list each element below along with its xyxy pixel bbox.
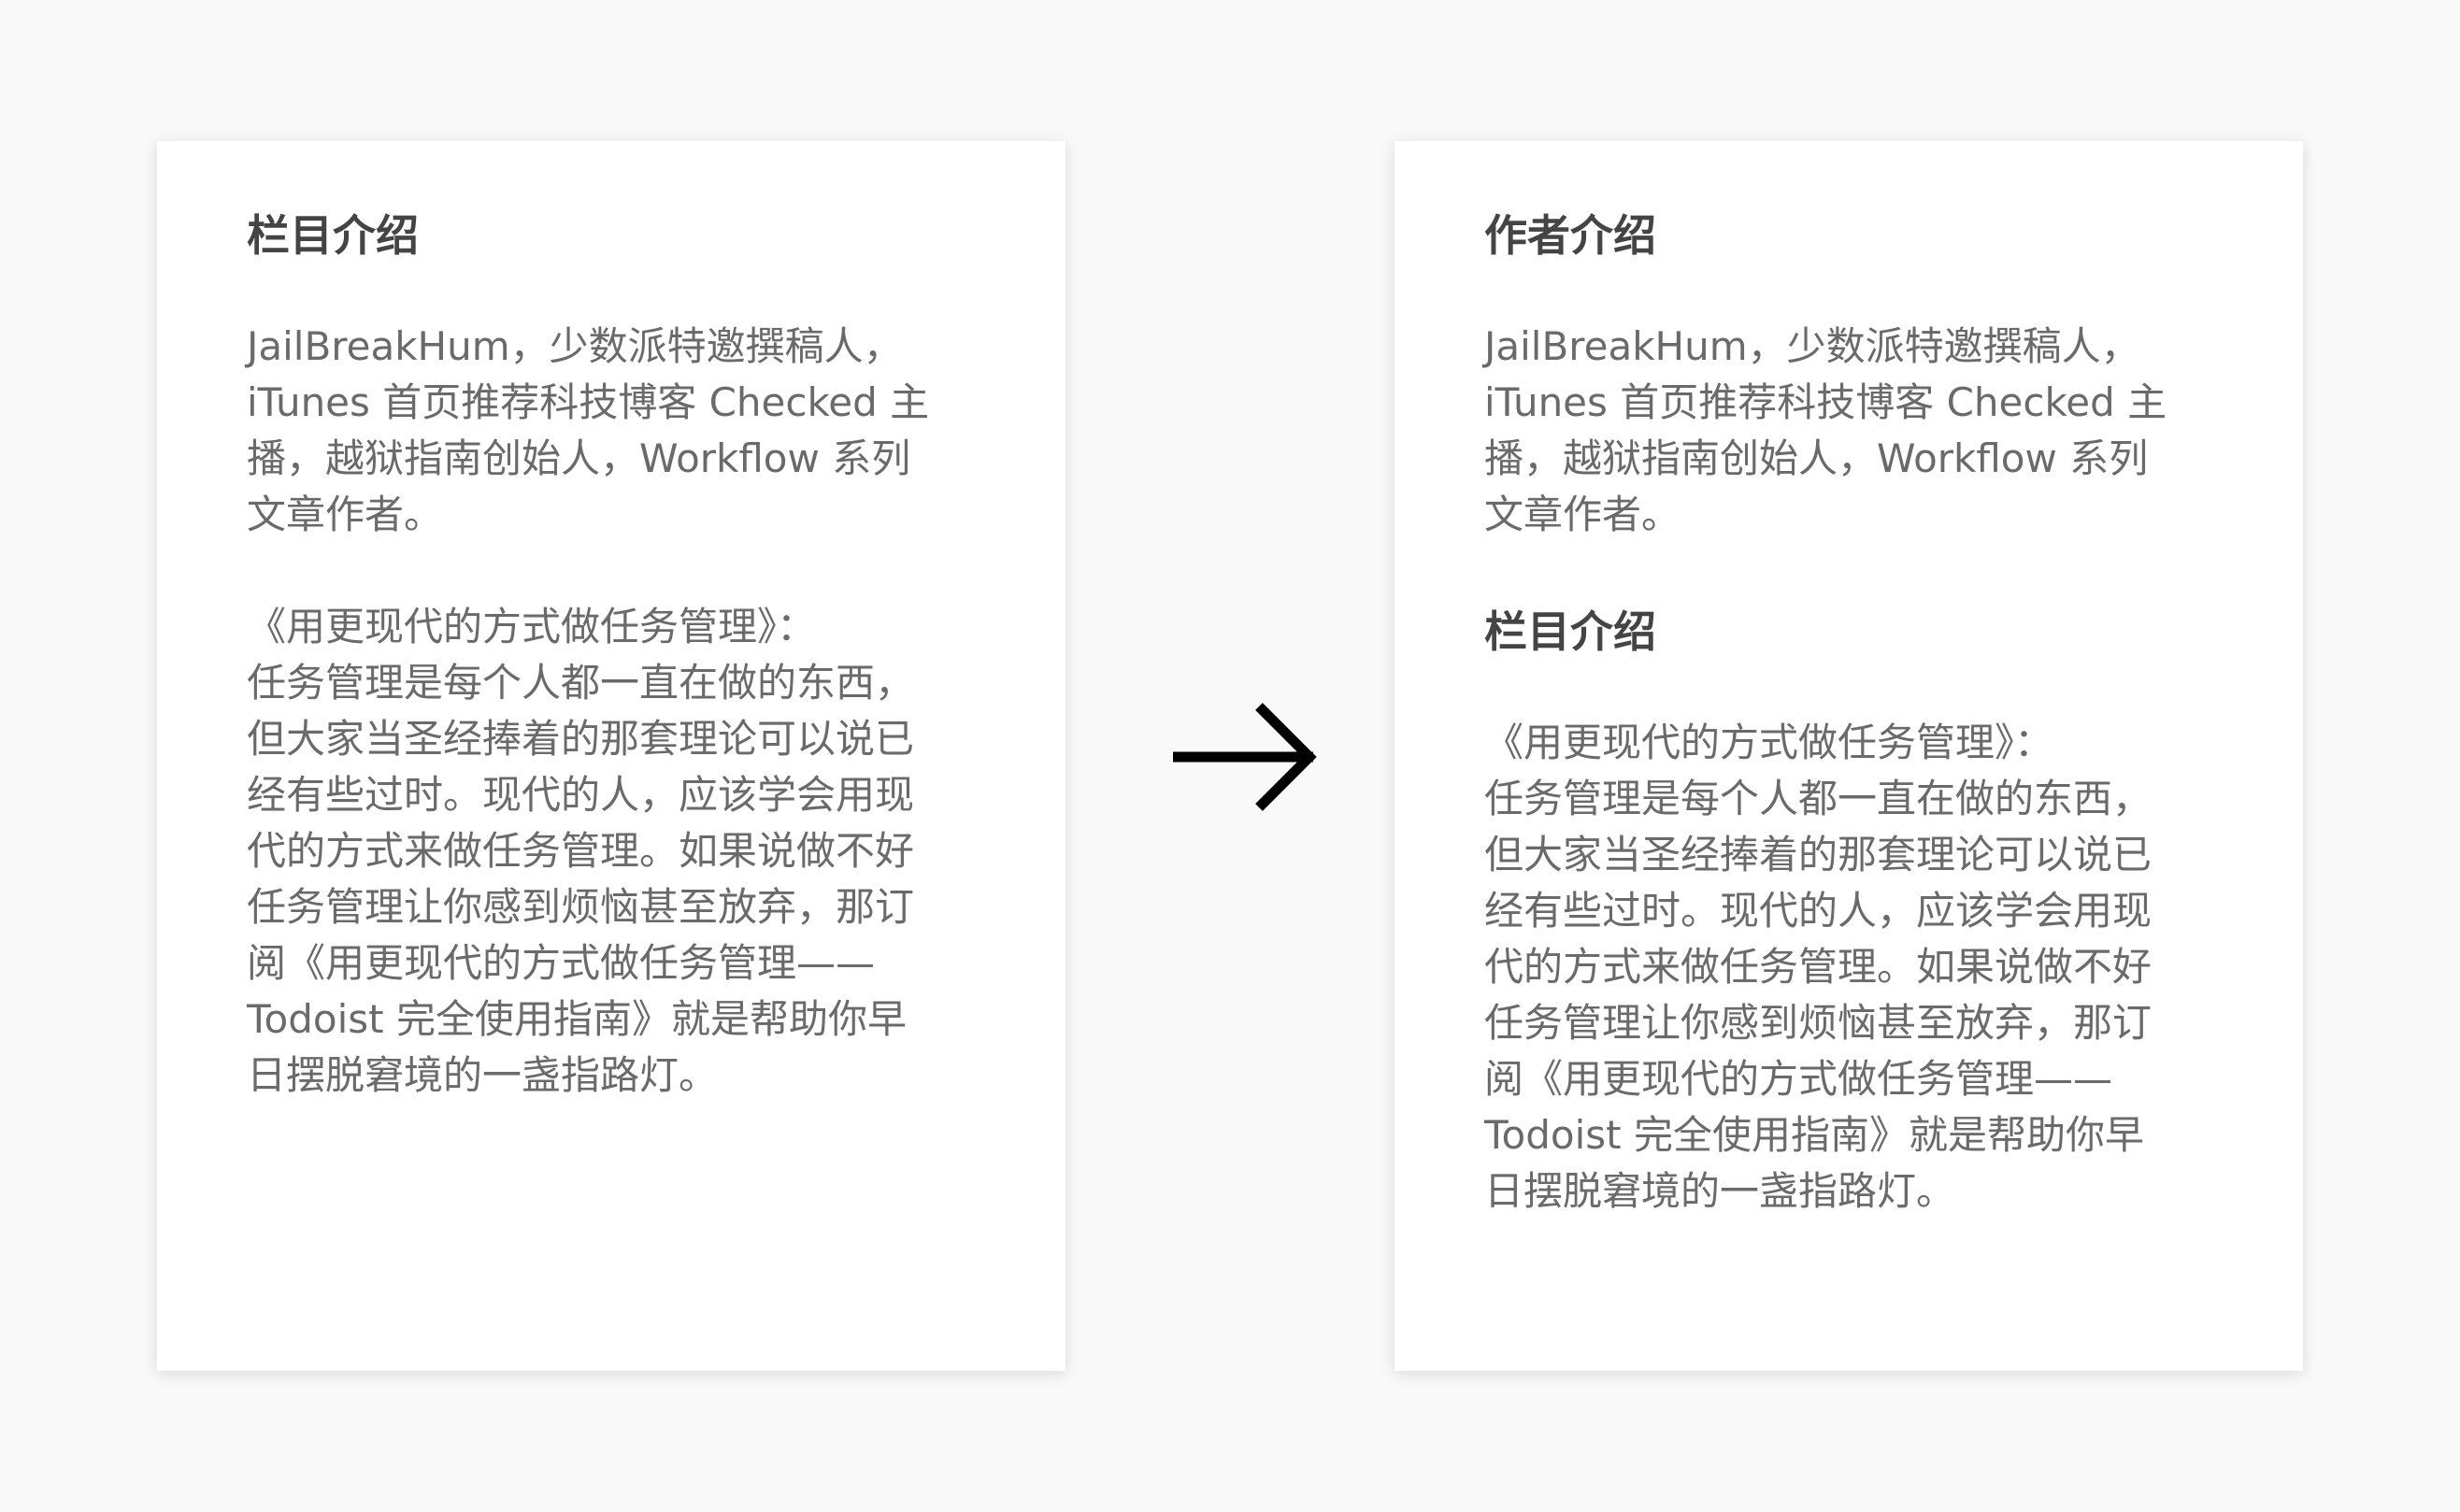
before-card: 栏目介绍 JailBreakHum，少数派特邀撰稿人， iTunes 首页推荐科… (157, 141, 1066, 1371)
column-intro-text: 《用更现代的方式做任务管理》： 任务管理是每个人都一直在做的东西， 但大家当圣经… (247, 603, 915, 1098)
after-card: 作者介绍 JailBreakHum，少数派特邀撰稿人， iTunes 首页推荐科… (1394, 141, 2303, 1371)
author-intro-text: JailBreakHum，少数派特邀撰稿人， iTunes 首页推荐科技博客 C… (1484, 322, 2167, 537)
author-intro-text: JailBreakHum，少数派特邀撰稿人， iTunes 首页推荐科技博客 C… (247, 322, 930, 537)
column-intro-heading: 栏目介绍 (1484, 606, 1656, 657)
column-intro-heading: 栏目介绍 (247, 210, 419, 261)
arrow-right-icon (1173, 703, 1317, 811)
column-intro-text: 《用更现代的方式做任务管理》： 任务管理是每个人都一直在做的东西， 但大家当圣经… (1484, 719, 2152, 1214)
author-intro-heading: 作者介绍 (1484, 210, 1656, 261)
